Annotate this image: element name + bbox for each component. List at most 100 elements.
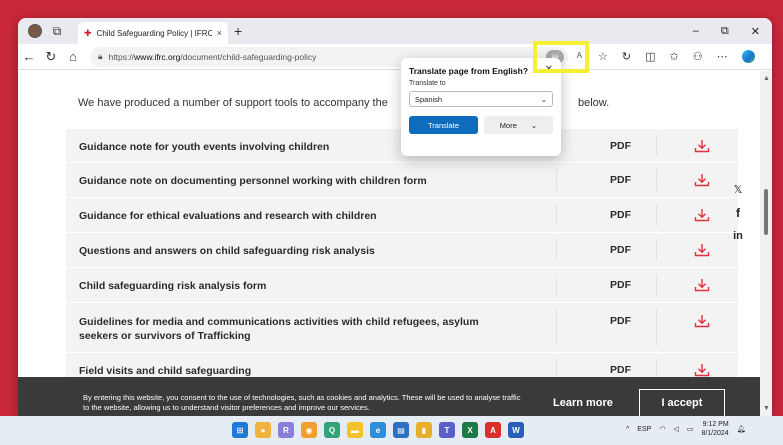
home-icon[interactable]: ⌂ — [62, 46, 84, 68]
cookie-banner: By entering this website, you consent to… — [18, 377, 760, 416]
more-menu-icon[interactable]: ⋯ — [717, 50, 728, 63]
page-content: We have produced a number of support too… — [18, 71, 760, 416]
download-icon[interactable] — [694, 208, 710, 222]
column-divider — [656, 204, 657, 226]
download-icon[interactable] — [694, 314, 710, 328]
title-bar: ⧉ ✚ Child Safeguarding Policy | IFRC × +… — [18, 18, 772, 44]
document-format: PDF — [610, 364, 631, 376]
restore-button[interactable]: ⧉ — [721, 25, 729, 38]
more-button[interactable]: More ⌄ — [484, 116, 553, 134]
excel-icon[interactable]: X — [462, 422, 478, 438]
document-title-link[interactable]: Field visits and child safeguarding — [79, 364, 549, 378]
tab-child-safeguarding[interactable]: ✚ Child Safeguarding Policy | IFRC × — [78, 22, 228, 44]
tray-chevron-icon[interactable]: ^ — [626, 426, 629, 433]
translate-highlight-box — [533, 41, 589, 73]
extensions-icon[interactable]: ⚇ — [693, 50, 703, 63]
column-divider — [656, 239, 657, 261]
intro-text: We have produced a number of support too… — [78, 97, 388, 109]
copilot-icon[interactable] — [741, 50, 755, 63]
download-icon[interactable] — [694, 173, 710, 187]
column-divider — [656, 135, 657, 156]
new-tab-button[interactable]: + — [234, 23, 242, 39]
document-title-link[interactable]: Guidance note on documenting personnel w… — [79, 174, 549, 188]
file-explorer-icon[interactable]: ▬ — [347, 422, 363, 438]
language-select[interactable]: Spanish ⌄ — [409, 91, 553, 107]
refresh-icon[interactable]: ↻ — [40, 46, 62, 68]
cookie-text: By entering this website, you consent to… — [83, 393, 521, 412]
scroll-thumb[interactable] — [764, 189, 768, 235]
chrome-icon[interactable]: ◉ — [301, 422, 317, 438]
linkedin-share-icon[interactable]: in — [733, 230, 743, 242]
language-indicator[interactable]: ESP — [637, 426, 651, 433]
column-divider — [556, 169, 557, 191]
taskbar: ⊞ ● R ◉ Q ▬ e ▤ ▮ T X A W ^ ESP ◠ ◁ ▭ 9:… — [0, 416, 783, 445]
document-title-link[interactable]: Questions and answers on child safeguard… — [79, 244, 549, 258]
column-divider — [556, 274, 557, 296]
battery-icon[interactable]: ▭ — [687, 425, 694, 433]
favorites-icon[interactable]: ✩ — [670, 50, 679, 63]
widget-icon[interactable]: ● — [255, 422, 271, 438]
window-controls: – ⧉ ✕ — [693, 25, 772, 38]
minimize-button[interactable]: – — [693, 25, 699, 38]
teams-icon[interactable]: T — [439, 422, 455, 438]
document-title-link[interactable]: Guidance for ethical evaluations and res… — [79, 209, 549, 223]
word-icon[interactable]: W — [508, 422, 524, 438]
notification-bell-icon[interactable]: 🔔︎ — [737, 425, 746, 433]
popup-title: Translate page from English? — [409, 66, 529, 76]
app-icon-r[interactable]: R — [278, 422, 294, 438]
edge-taskbar-icon[interactable]: e — [370, 422, 386, 438]
download-icon[interactable] — [694, 363, 710, 377]
tab-close-icon[interactable]: × — [217, 28, 222, 38]
acrobat-icon[interactable]: A — [485, 422, 501, 438]
search-app-icon[interactable]: Q — [324, 422, 340, 438]
document-title-link[interactable]: Child safeguarding risk analysis form — [79, 279, 549, 293]
favorite-star-icon[interactable]: ☆ — [598, 50, 608, 63]
download-icon[interactable] — [694, 278, 710, 292]
address-bar-row: ← ↻ ⌂ 🔒︎ https://www.ifrc.org/document/c… — [18, 44, 772, 70]
more-chevron-icon: ⌄ — [530, 120, 538, 130]
facebook-share-icon[interactable]: f — [736, 206, 740, 220]
app-icon-yellow[interactable]: ▮ — [416, 422, 432, 438]
column-divider — [656, 169, 657, 191]
start-icon[interactable]: ⊞ — [232, 422, 248, 438]
download-icon[interactable] — [694, 243, 710, 257]
document-format: PDF — [610, 315, 631, 327]
column-divider — [556, 359, 557, 376]
selected-language: Spanish — [415, 94, 443, 104]
accept-cookies-button[interactable]: I accept — [638, 389, 725, 416]
toolbar-icons: ☆ ↻ ◫ ✩ ⚇ ⋯ — [598, 50, 755, 63]
clock-time: 9:12 PM — [702, 421, 729, 428]
popup-buttons: Translate More ⌄ — [409, 116, 553, 134]
column-divider — [556, 239, 557, 261]
page-scrollbar[interactable]: ▲ ▼ — [760, 71, 772, 416]
tab-actions-icon[interactable]: ⧉ — [46, 20, 68, 42]
x-share-icon[interactable]: 𝕏 — [734, 183, 743, 196]
scroll-down-icon[interactable]: ▼ — [763, 405, 770, 412]
split-screen-icon[interactable]: ◫ — [645, 50, 655, 63]
system-tray: ^ ESP ◠ ◁ ▭ 9:12 PM 8/1/2024 🔔︎ — [626, 420, 746, 438]
document-title-link[interactable]: Guidelines for media and communications … — [79, 315, 519, 343]
translate-button[interactable]: Translate — [409, 116, 478, 134]
download-icon[interactable] — [694, 139, 710, 153]
column-divider — [556, 204, 557, 226]
document-format: PDF — [610, 209, 631, 221]
wifi-icon[interactable]: ◠ — [659, 425, 665, 433]
app-icon-blue[interactable]: ▤ — [393, 422, 409, 438]
volume-icon[interactable]: ◁ — [673, 425, 678, 433]
document-format: PDF — [610, 140, 631, 152]
profile-avatar-icon[interactable] — [24, 20, 46, 42]
document-row: Child safeguarding risk analysis form PDF — [66, 267, 738, 302]
back-arrow-icon[interactable]: ← — [18, 46, 40, 68]
taskbar-apps: ⊞ ● R ◉ Q ▬ e ▤ ▮ T X A W — [232, 422, 524, 438]
refresh-page-icon[interactable]: ↻ — [622, 50, 631, 63]
document-row: Guidelines for media and communications … — [66, 302, 738, 352]
clock-date: 8/1/2024 — [701, 430, 729, 437]
close-window-button[interactable]: ✕ — [751, 25, 760, 38]
browser-window: ⧉ ✚ Child Safeguarding Policy | IFRC × +… — [18, 18, 772, 416]
social-share-bar: 𝕏 f in — [726, 183, 750, 242]
translate-to-label: Translate to — [409, 80, 446, 87]
document-format: PDF — [610, 279, 631, 291]
scroll-up-icon[interactable]: ▲ — [763, 75, 770, 82]
learn-more-link[interactable]: Learn more — [553, 397, 613, 409]
clock[interactable]: 9:12 PM 8/1/2024 — [701, 420, 728, 438]
